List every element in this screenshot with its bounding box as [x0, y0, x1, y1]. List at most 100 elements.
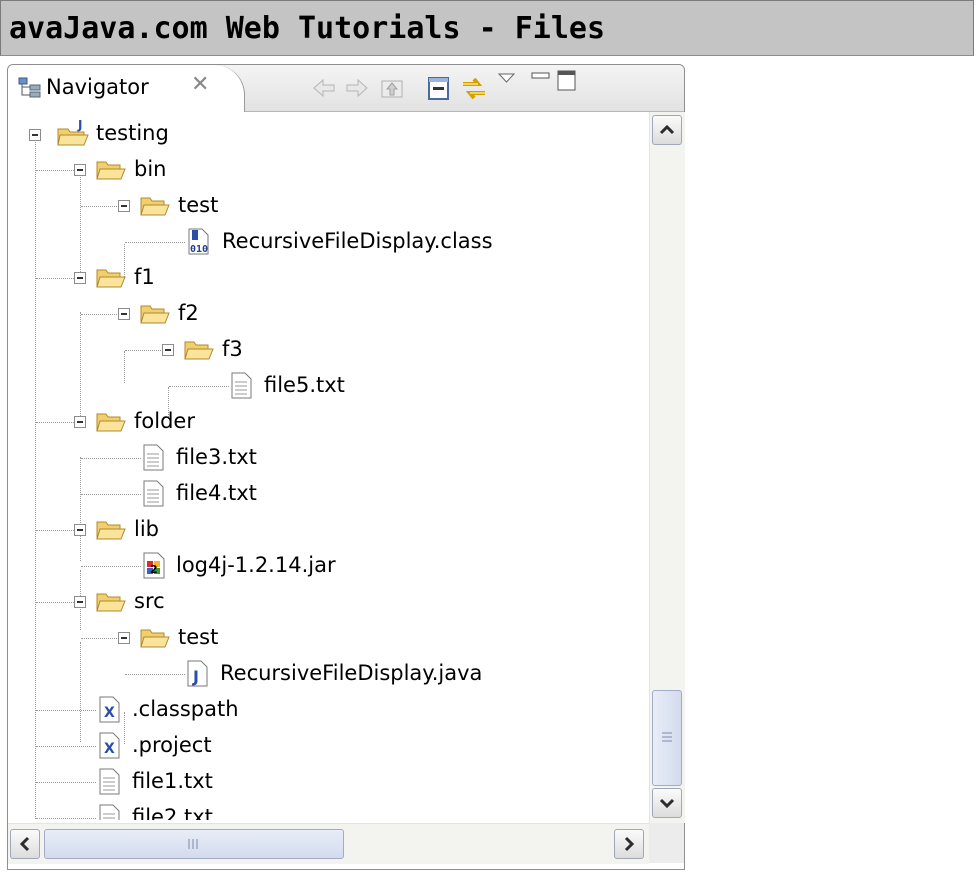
- tree-item-label: log4j-1.2.14.jar: [176, 553, 336, 577]
- scroll-down-button[interactable]: [652, 788, 682, 818]
- tree-item-label: file4.txt: [176, 481, 257, 505]
- tree-item-bin-test[interactable]: test: [8, 188, 608, 224]
- tree-item-class-file[interactable]: 010 RecursiveFileDisplay.class: [8, 224, 608, 260]
- tree-item-src-test[interactable]: test: [8, 620, 608, 656]
- tree-item-f2[interactable]: f2: [8, 296, 608, 332]
- scroll-left-button[interactable]: [10, 829, 40, 859]
- tree-item-label: file3.txt: [176, 445, 257, 469]
- jar-file-icon: 2: [143, 552, 165, 579]
- tree-item-f3[interactable]: f3: [8, 332, 608, 368]
- folder-icon: [96, 161, 126, 180]
- tree-item-f1[interactable]: f1: [8, 260, 608, 296]
- tree-item-bin[interactable]: bin: [8, 152, 608, 188]
- text-file-icon: [231, 372, 252, 399]
- svg-text:J: J: [192, 667, 199, 686]
- folder-icon: [96, 413, 126, 432]
- tree-item-file3[interactable]: file3.txt: [8, 440, 608, 476]
- chevron-up-icon: [659, 124, 675, 135]
- collapse-toggle[interactable]: [74, 524, 86, 536]
- collapse-toggle[interactable]: [74, 596, 86, 608]
- close-icon[interactable]: ✕: [191, 72, 209, 97]
- svg-text:X: X: [104, 705, 115, 721]
- svg-text:010: 010: [190, 244, 208, 255]
- collapse-toggle[interactable]: [118, 200, 130, 212]
- java-file-icon: J: [187, 660, 208, 687]
- tree-item-label: folder: [134, 409, 195, 433]
- collapse-toggle[interactable]: [29, 129, 41, 141]
- vertical-scroll-thumb[interactable]: [652, 690, 682, 786]
- chevron-left-icon: [19, 836, 30, 852]
- tree-item-jar[interactable]: 2 log4j-1.2.14.jar: [8, 548, 608, 584]
- view-menu-icon[interactable]: [496, 71, 522, 97]
- collapse-toggle[interactable]: [118, 308, 130, 320]
- navigator-view: Navigator ✕ J testing bin test 010 Recur…: [7, 64, 685, 870]
- tree-item-file4[interactable]: file4.txt: [8, 476, 608, 512]
- text-file-icon: [99, 804, 120, 820]
- tree-item-folder[interactable]: folder: [8, 404, 608, 440]
- tree-item-label: RecursiveFileDisplay.class: [222, 229, 493, 253]
- tree-item-label: f3: [222, 337, 243, 361]
- back-icon[interactable]: [311, 75, 337, 101]
- svg-text:X: X: [104, 741, 115, 757]
- folder-icon: [96, 593, 126, 612]
- tree-item-label: bin: [134, 157, 167, 181]
- tree-item-java-file[interactable]: J RecursiveFileDisplay.java: [8, 656, 608, 692]
- folder-icon: [140, 629, 170, 648]
- scroll-up-button[interactable]: [652, 115, 682, 145]
- horizontal-scroll-thumb[interactable]: [44, 829, 344, 859]
- class-file-icon: 010: [188, 228, 209, 255]
- tree-item-label: RecursiveFileDisplay.java: [220, 661, 483, 685]
- scrollbar-corner: [649, 823, 684, 863]
- tree-item-label: file2.txt: [132, 805, 213, 820]
- collapse-toggle[interactable]: [74, 164, 86, 176]
- horizontal-scrollbar[interactable]: [8, 823, 649, 864]
- tree-item-file5[interactable]: file5.txt: [8, 368, 608, 404]
- tree-item-file1[interactable]: file1.txt: [8, 764, 608, 800]
- vertical-scrollbar[interactable]: [649, 112, 685, 823]
- folder-icon: [184, 341, 214, 360]
- tree-item-src[interactable]: src: [8, 584, 608, 620]
- minimize-icon[interactable]: [530, 69, 556, 95]
- tree-item-label: .classpath: [132, 697, 239, 721]
- forward-icon[interactable]: [344, 75, 370, 101]
- collapse-all-icon[interactable]: [426, 75, 452, 101]
- java-project-icon: J: [57, 119, 89, 146]
- folder-icon: [140, 197, 170, 216]
- tree-item-file2[interactable]: file2.txt: [8, 800, 608, 820]
- tree-item-label: f2: [178, 301, 199, 325]
- tree-item-testing[interactable]: J testing: [8, 116, 608, 152]
- tree-item-project[interactable]: X .project: [8, 728, 608, 764]
- tree-item-label: testing: [96, 121, 169, 145]
- tree-item-label: test: [178, 625, 219, 649]
- collapse-toggle[interactable]: [74, 416, 86, 428]
- folder-icon: [96, 269, 126, 288]
- tree-item-label: lib: [134, 517, 159, 541]
- tree-item-label: f1: [134, 265, 155, 289]
- navigator-icon: [18, 77, 41, 98]
- tree-item-label: test: [178, 193, 219, 217]
- folder-icon: [140, 305, 170, 324]
- tree-item-label: file5.txt: [264, 373, 345, 397]
- collapse-toggle[interactable]: [162, 344, 174, 356]
- link-with-editor-icon[interactable]: [460, 75, 486, 101]
- tree-item-label: file1.txt: [132, 769, 213, 793]
- tab-navigator[interactable]: Navigator ✕: [8, 65, 245, 112]
- chevron-right-icon: [624, 836, 635, 852]
- svg-text:2: 2: [150, 563, 158, 576]
- xml-file-icon: X: [99, 732, 120, 759]
- collapse-toggle[interactable]: [74, 272, 86, 284]
- tree-item-lib[interactable]: lib: [8, 512, 608, 548]
- maximize-icon[interactable]: [556, 69, 582, 95]
- text-file-icon: [99, 768, 120, 795]
- collapse-toggle[interactable]: [118, 632, 130, 644]
- up-icon[interactable]: [380, 75, 406, 101]
- folder-icon: [96, 521, 126, 540]
- scroll-right-button[interactable]: [614, 829, 644, 859]
- view-header: Navigator ✕: [8, 65, 684, 112]
- tree-item-label: src: [134, 589, 165, 613]
- svg-text:J: J: [77, 119, 82, 132]
- tree-item-label: .project: [132, 733, 212, 757]
- tree-item-classpath[interactable]: X .classpath: [8, 692, 608, 728]
- tab-label: Navigator: [46, 75, 149, 99]
- navigator-tree: J testing bin test 010 RecursiveFileDisp…: [8, 112, 648, 820]
